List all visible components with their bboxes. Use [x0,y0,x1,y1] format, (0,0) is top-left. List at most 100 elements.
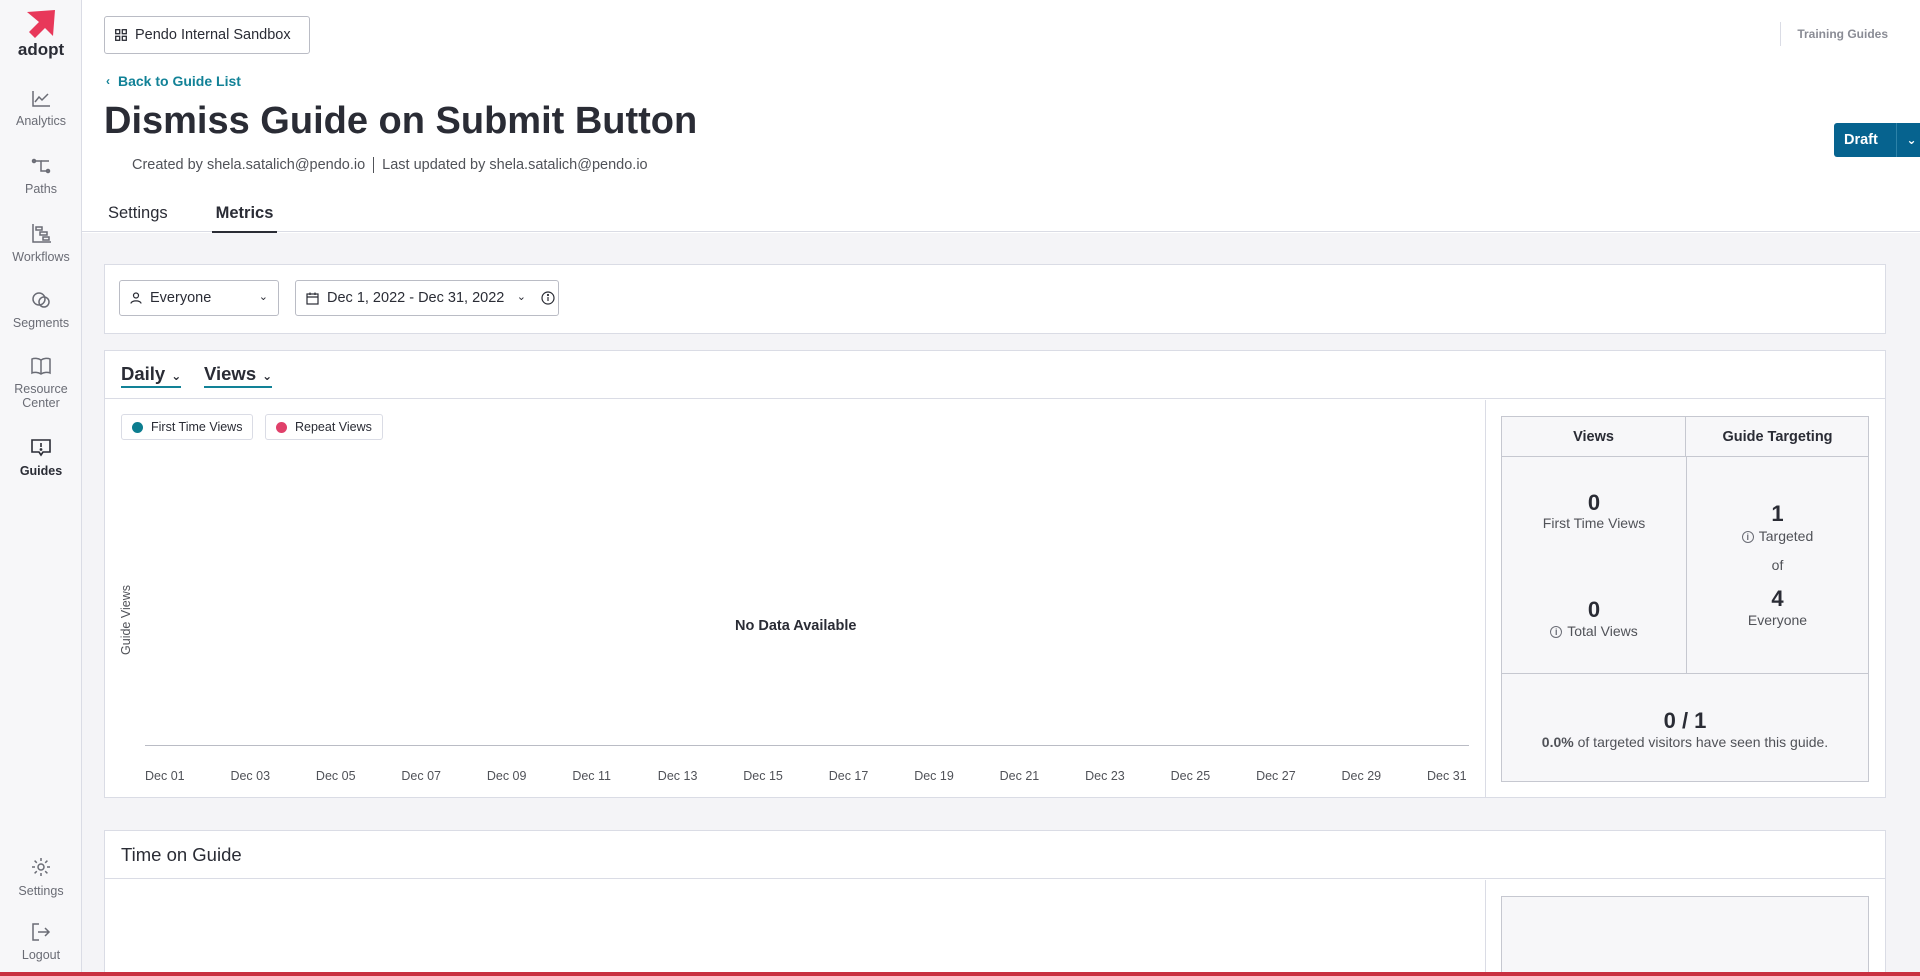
status-label: Draft [1844,132,1878,148]
sidebar-item-label: Settings [18,884,64,898]
chevron-left-icon: ‹ [106,74,110,88]
x-axis-tick: Dec 23 [1085,769,1125,783]
paths-icon [31,158,51,174]
sidebar-item-label: Paths [25,182,57,196]
time-on-guide-stats-panel [1501,896,1869,976]
date-range-value: Dec 1, 2022 - Dec 31, 2022 [327,290,505,306]
segments-icon [32,292,50,308]
calendar-icon [306,292,319,305]
metric-dropdown[interactable]: Views ⌄ [204,363,273,388]
app-selector-label: Pendo Internal Sandbox [135,27,291,43]
x-axis-tick: Dec 03 [230,769,271,783]
y-axis-label: Guide Views [118,585,133,655]
legend-swatch [132,421,143,433]
seen-ratio-caption: of targeted visitors have seen this guid… [1577,734,1829,750]
pendo-logo-icon [27,10,55,38]
status-draft-button[interactable]: Draft ⌄ [1834,123,1920,157]
user-icon [130,292,142,304]
grid-icon [115,29,127,41]
legend-first-time-views[interactable]: First Time Views [121,414,254,440]
x-axis-tick: Dec 01 [145,769,185,783]
sidebar-item-paths[interactable]: Paths [0,156,82,196]
sidebar-item-label: Guides [19,464,63,478]
segment-value: Everyone [150,290,212,306]
chart-header: Daily ⌄ Views ⌄ [105,351,1885,399]
info-icon[interactable] [541,291,555,305]
views-chart-card: Daily ⌄ Views ⌄ First Time Views Repeat Vi… [104,350,1886,798]
sidebar-item-logout[interactable]: Logout [0,922,82,962]
x-axis-tick: Dec 27 [1256,769,1296,783]
x-axis-tick: Dec 25 [1170,769,1211,783]
sidebar-item-workflows[interactable]: Workflows [0,222,82,264]
brand-name: adopt [17,40,65,59]
back-link-label: Back to Guide List [118,73,241,89]
sidebar-item-label: Resource Center [14,382,68,410]
legend-repeat-views[interactable]: Repeat Views [265,414,383,440]
window-bottom-strip [0,972,1920,976]
info-icon[interactable]: i [1550,626,1563,639]
first-time-views-label: First Time Views [1542,515,1646,531]
back-to-guide-list-link[interactable]: ‹ Back to Guide List [106,73,241,89]
x-axis-tick: Dec 15 [743,769,783,783]
x-axis-tick: Dec 31 [1427,769,1467,783]
chart-line-icon [32,91,50,107]
everyone-value: 4 [1771,586,1784,611]
x-axis-tick: Dec 21 [999,769,1040,783]
created-by: Created by shela.satalich@pendo.io [132,157,366,173]
sidebar: adopt Analytics Paths Workflows Segments… [0,0,82,976]
info-icon[interactable]: i [1741,531,1754,544]
chevron-down-icon: ⌄ [262,369,273,383]
sidebar-item-analytics[interactable]: Analytics [0,90,82,128]
date-range-select[interactable]: Dec 1, 2022 - Dec 31, 2022 ⌄ [295,280,559,316]
app-selector[interactable]: Pendo Internal Sandbox [104,16,310,54]
training-guides-link[interactable]: Training Guides [1780,22,1888,46]
tab-metrics[interactable]: Metrics [211,198,278,234]
chevron-down-icon[interactable]: ⌄ [1897,133,1920,147]
guide-tabs: Settings Metrics [104,198,317,234]
sidebar-item-settings[interactable]: Settings [0,856,82,898]
meta-divider [373,157,375,174]
seen-ratio-caption-wrap: 0.0% of targeted visitors have seen this… [1502,734,1868,750]
total-views-value: 0 [1587,597,1601,622]
panel-divider [1485,400,1486,798]
x-axis-tick: Dec 07 [401,769,441,783]
chevron-down-icon: ⌄ [258,291,268,303]
time-on-guide-title: Time on Guide [105,831,1885,879]
time-on-guide-card: Time on Guide [104,830,1886,976]
seen-percent: 0.0% [1541,734,1574,750]
empty-state-message: No Data Available [735,618,857,634]
targeted-value: 1 [1771,501,1784,526]
chevron-down-icon: ⌄ [171,369,182,383]
legend-label: Repeat Views [295,420,372,434]
tab-settings[interactable]: Settings [104,198,172,234]
legend-label: First Time Views [151,420,243,434]
segment-select[interactable]: Everyone ⌄ [119,280,279,316]
sidebar-item-label: Workflows [12,250,70,264]
sidebar-item-segments[interactable]: Segments [0,290,82,330]
sidebar-item-label: Analytics [15,114,67,128]
sidebar-item-guides[interactable]: Guides [0,438,82,478]
interval-label: Daily [121,363,166,384]
workflows-icon [32,224,51,243]
sidebar-item-label: Logout [21,948,61,962]
targeted-label-wrap: i Targeted [1686,528,1869,544]
everyone-label: Everyone [1747,612,1808,628]
x-axis-tick: Dec 13 [657,769,698,783]
guides-icon [31,439,51,457]
sidebar-item-resource-center[interactable]: Resource Center [0,356,82,410]
page-title: Dismiss Guide on Submit Button [104,100,698,142]
legend-swatch [276,421,287,433]
gear-icon [32,858,50,876]
x-axis-tick: Dec 05 [315,769,356,783]
panel-divider [1485,880,1486,976]
of-label: of [1771,557,1784,573]
views-header: Views [1502,417,1686,457]
logout-icon [32,923,51,941]
x-axis-tick: Dec 19 [914,769,954,783]
interval-dropdown[interactable]: Daily ⌄ [121,363,182,388]
x-axis-line [145,745,1469,746]
logo[interactable]: adopt [0,8,82,60]
x-axis-tick: Dec 09 [486,769,527,783]
page-header: Pendo Internal Sandbox Training Guides ‹… [82,0,1920,234]
book-icon [31,357,51,375]
